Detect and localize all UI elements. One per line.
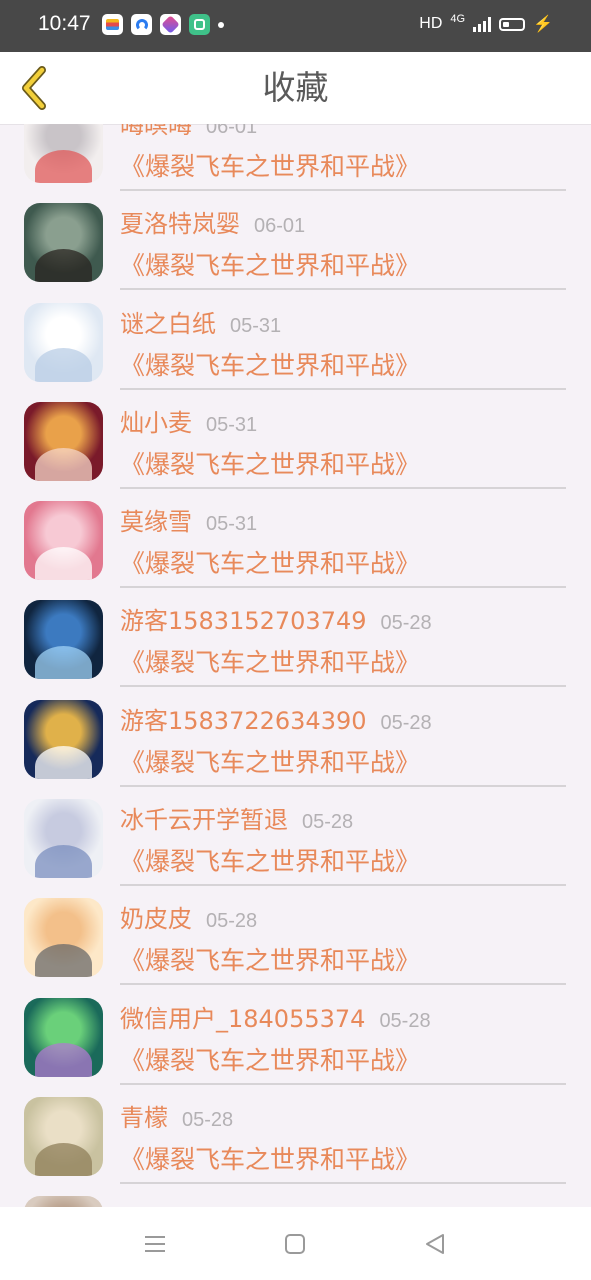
name-line: 夏洛特岚婴 06-01 <box>120 204 305 239</box>
favorite-item[interactable] <box>0 1171 591 1207</box>
favorite-date: 05-31 <box>206 513 258 536</box>
header-bar: 收藏 <box>0 52 591 125</box>
recent-apps-button[interactable] <box>140 1229 170 1259</box>
notification-icons <box>102 14 224 35</box>
username[interactable]: 灿小麦 <box>120 409 192 437</box>
username[interactable]: 冰千云开学暂退 <box>120 806 288 834</box>
avatar[interactable] <box>24 302 103 382</box>
name-line: 冰千云开学暂退 05-28 <box>120 800 353 835</box>
favorite-item[interactable]: 谜之白纸 05-31 《爆裂飞车之世界和平战》 <box>0 278 591 390</box>
avatar[interactable] <box>24 898 103 978</box>
home-button[interactable] <box>280 1229 310 1259</box>
favorite-date: 05-28 <box>380 612 432 635</box>
page-title: 收藏 <box>262 68 329 107</box>
favorite-date: 05-28 <box>206 910 258 933</box>
avatar[interactable] <box>24 124 103 183</box>
username[interactable]: 谜之白纸 <box>120 310 216 338</box>
chevron-left-icon <box>22 66 46 110</box>
charging-icon: ⚡ <box>533 16 553 33</box>
name-line: 游客1583722634390 05-28 <box>120 701 432 736</box>
username[interactable]: 青檬 <box>120 1104 168 1132</box>
status-time: 10:47 <box>38 12 91 35</box>
avatar[interactable] <box>24 997 103 1077</box>
favorite-item[interactable]: 奶皮皮 05-28 《爆裂飞车之世界和平战》 <box>0 873 591 986</box>
name-line: 奶皮皮 05-28 <box>120 899 257 934</box>
username[interactable]: 奶皮皮 <box>120 905 192 933</box>
favorite-item[interactable]: 冰千云开学暂退 05-28 《爆裂飞车之世界和平战》 <box>0 774 591 887</box>
back-button[interactable] <box>10 60 58 116</box>
avatar[interactable] <box>24 203 103 283</box>
hd-label: HD <box>419 15 443 32</box>
system-back-button[interactable] <box>420 1229 450 1259</box>
username[interactable]: 晦暝晦 <box>120 124 192 139</box>
favorite-item[interactable]: 灿小麦 05-31 《爆裂飞车之世界和平战》 <box>0 377 591 489</box>
name-line: 谜之白纸 05-31 <box>120 304 281 339</box>
avatar[interactable] <box>24 699 103 779</box>
app-icon-2 <box>131 14 152 35</box>
avatar[interactable] <box>24 401 103 481</box>
name-line: 游客1583152703749 05-28 <box>120 601 432 636</box>
favorite-date: 05-28 <box>182 1108 234 1131</box>
avatar[interactable] <box>24 1196 103 1207</box>
favorite-date: 05-28 <box>302 811 354 834</box>
username[interactable]: 游客1583152703749 <box>120 607 367 635</box>
avatar[interactable] <box>24 600 103 680</box>
favorite-item[interactable]: 游客1583152703749 05-28 《爆裂飞车之世界和平战》 <box>0 575 591 688</box>
menu-icon <box>145 1236 165 1252</box>
network-label: 4G <box>450 13 466 25</box>
more-notifications-dot-icon <box>218 21 224 28</box>
battery-icon <box>499 17 526 31</box>
home-square-icon <box>285 1234 305 1254</box>
favorite-item[interactable]: 莫缘雪 05-31 《爆裂飞车之世界和平战》 <box>0 476 591 589</box>
username[interactable]: 夏洛特岚婴 <box>120 210 240 238</box>
name-line: 莫缘雪 05-31 <box>120 502 257 537</box>
favorite-item[interactable]: 微信用户_184055374 05-28 《爆裂飞车之世界和平战》 <box>0 973 591 1085</box>
avatar[interactable] <box>24 799 103 879</box>
username[interactable]: 微信用户_184055374 <box>120 1005 365 1033</box>
back-triangle-icon <box>426 1234 444 1254</box>
status-indicators: HD 4G ⚡ <box>419 13 553 34</box>
app-icon-4 <box>189 14 210 35</box>
favorite-date: 06-01 <box>206 124 258 138</box>
favorite-date: 06-01 <box>254 215 306 238</box>
favorite-item[interactable]: 青檬 05-28 《爆裂飞车之世界和平战》 <box>0 1072 591 1184</box>
name-line: 灿小麦 05-31 <box>120 403 257 438</box>
favorites-list-inner: 晦暝晦 06-01 《爆裂飞车之世界和平战》 夏洛特岚婴 06-01 《爆裂飞车之世界和平… <box>0 124 591 1207</box>
username[interactable]: 游客1583722634390 <box>120 707 367 735</box>
status-bar: 10:47 HD 4G ⚡ <box>0 0 591 52</box>
name-line: 微信用户_184055374 05-28 <box>120 999 431 1034</box>
favorite-item[interactable]: 晦暝晦 06-01 《爆裂飞车之世界和平战》 <box>0 124 591 191</box>
app-icon-3 <box>160 14 181 35</box>
app-icon-1 <box>102 14 123 35</box>
favorite-date: 05-28 <box>380 711 432 734</box>
system-nav-bar <box>0 1207 591 1280</box>
favorite-item[interactable]: 游客1583722634390 05-28 《爆裂飞车之世界和平战》 <box>0 675 591 787</box>
favorite-date: 05-28 <box>379 1009 431 1032</box>
signal-icon <box>473 16 492 32</box>
username[interactable]: 莫缘雪 <box>120 508 192 536</box>
avatar[interactable] <box>24 501 103 581</box>
avatar[interactable] <box>24 1096 103 1176</box>
name-line: 青檬 05-28 <box>120 1098 233 1133</box>
favorites-list[interactable]: 晦暝晦 06-01 《爆裂飞车之世界和平战》 夏洛特岚婴 06-01 《爆裂飞车之世界和平… <box>0 124 591 1207</box>
favorite-date: 05-31 <box>230 314 282 337</box>
name-line: 晦暝晦 06-01 <box>120 124 257 140</box>
favorite-date: 05-31 <box>206 413 258 436</box>
favorite-item[interactable]: 夏洛特岚婴 06-01 《爆裂飞车之世界和平战》 <box>0 178 591 291</box>
